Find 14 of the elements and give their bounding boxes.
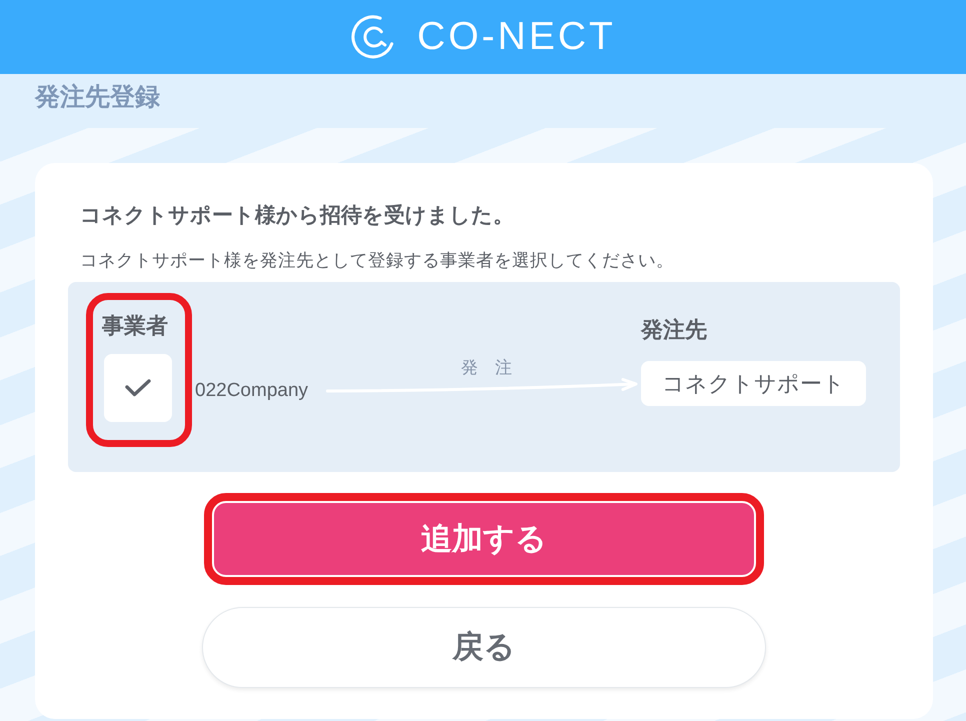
supplier-name: コネクトサポート	[641, 361, 866, 406]
logo-icon	[350, 14, 396, 60]
company-name: 022Company	[195, 379, 308, 403]
checkbox[interactable]	[104, 354, 172, 422]
invitation-heading: コネクトサポート様から招待を受けました。	[80, 203, 514, 229]
business-label: 事業者	[102, 312, 168, 340]
logo-text: CO-NECT	[417, 14, 616, 60]
arrow-label: 発 注	[461, 358, 512, 378]
page-title: 発注先登録	[35, 82, 160, 113]
instruction-text: コネクトサポート様を発注先として登録する事業者を選択してください。	[80, 249, 674, 272]
supplier-label: 発注先	[641, 316, 707, 344]
add-button[interactable]: 追加する	[214, 503, 754, 575]
check-icon	[125, 379, 151, 397]
back-button[interactable]: 戻る	[202, 607, 766, 688]
